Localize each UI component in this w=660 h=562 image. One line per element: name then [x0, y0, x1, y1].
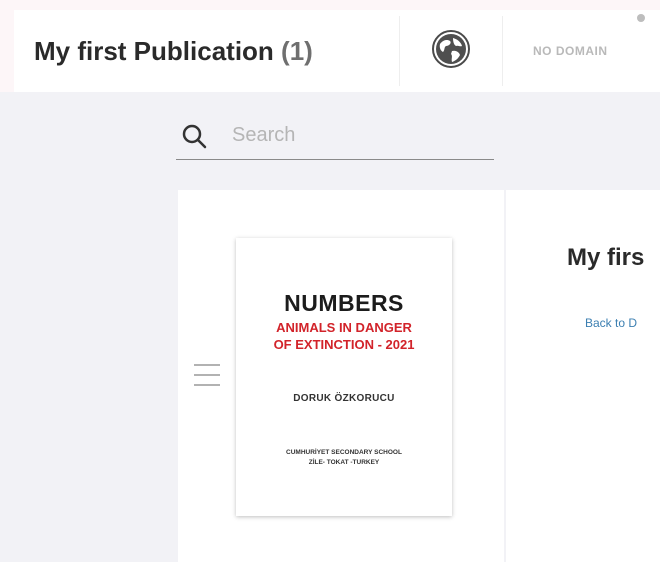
search-icon[interactable]	[176, 118, 212, 154]
publication-title-text: My first Publication	[34, 35, 274, 66]
publication-title[interactable]: My first Publication (1)	[14, 36, 399, 67]
globe-icon	[431, 29, 471, 74]
cover-title: NUMBERS	[284, 290, 404, 316]
cover-school: CUMHURİYET SECONDARY SCHOOL ZİLE- TOKAT …	[286, 449, 402, 466]
publication-card[interactable]: NUMBERS ANIMALS IN DANGER OF EXTINCTION …	[178, 190, 504, 562]
globe-button[interactable]	[400, 10, 502, 92]
publication-detail: My firs Back to D	[506, 190, 660, 562]
cover-subtitle: ANIMALS IN DANGER OF EXTINCTION - 2021	[273, 320, 415, 352]
publication-cover[interactable]: NUMBERS ANIMALS IN DANGER OF EXTINCTION …	[236, 238, 452, 516]
search-bar	[176, 112, 494, 160]
search-input[interactable]	[232, 124, 482, 147]
publication-count: (1)	[281, 35, 313, 66]
detail-title: My firs	[567, 244, 645, 271]
drag-handle-icon[interactable]	[194, 364, 220, 386]
back-link[interactable]: Back to D	[585, 316, 637, 330]
header-bar: My first Publication (1) NO DOMAIN	[14, 10, 660, 92]
domain-label: NO DOMAIN	[533, 44, 608, 58]
publication-page: My first Publication (1) NO DOMAIN Searc…	[0, 0, 660, 562]
cover-author: DORUK ÖZKORUCU	[293, 393, 395, 404]
domain-status[interactable]: NO DOMAIN	[503, 10, 660, 92]
status-dot-icon	[637, 14, 645, 22]
